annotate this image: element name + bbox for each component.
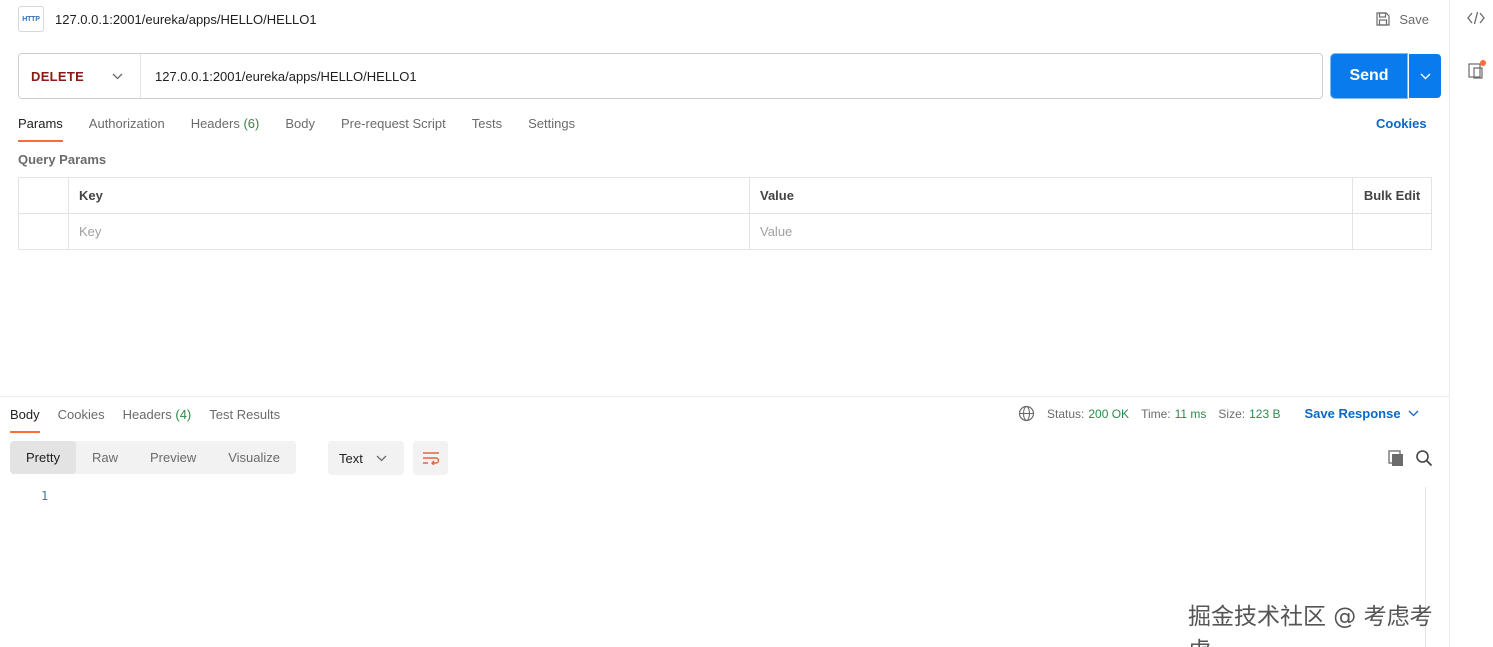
table-header-row: Key Value Bulk Edit <box>19 178 1431 214</box>
chevron-down-icon <box>112 73 123 79</box>
tab-prerequest-script[interactable]: Pre-request Script <box>341 112 446 142</box>
code-snippet-icon[interactable] <box>1467 11 1485 25</box>
wrap-lines-button[interactable] <box>413 441 448 475</box>
format-label: Text <box>339 450 363 466</box>
send-options-button[interactable] <box>1409 54 1441 98</box>
view-visualize-button[interactable]: Visualize <box>212 441 296 474</box>
chevron-down-icon <box>1408 410 1419 417</box>
url-input[interactable] <box>155 68 1322 84</box>
cookies-link[interactable]: Cookies <box>1376 116 1427 131</box>
key-input[interactable]: Key <box>69 214 750 249</box>
tab-response-headers-label: Headers <box>122 407 172 422</box>
response-status-bar: Status: 200 OK Time: 11 ms Size: 123 B S… <box>1018 405 1419 422</box>
pane-divider[interactable] <box>0 396 1449 397</box>
size-value[interactable]: 123 B <box>1249 407 1280 421</box>
status-value[interactable]: 200 OK <box>1088 407 1129 421</box>
right-sidebar <box>1449 0 1493 647</box>
search-icon[interactable] <box>1415 449 1433 467</box>
tab-body[interactable]: Body <box>285 112 315 142</box>
globe-icon[interactable] <box>1018 405 1035 422</box>
http-request-icon: HTTP <box>18 6 44 32</box>
tab-response-headers-count: (4) <box>175 407 192 422</box>
chevron-down-icon <box>1420 73 1430 79</box>
method-select[interactable]: DELETE <box>19 54 141 98</box>
line-number: 1 <box>41 489 49 503</box>
view-pretty-button[interactable]: Pretty <box>10 441 76 474</box>
status-label: Status: <box>1047 406 1085 421</box>
view-raw-button[interactable]: Raw <box>76 441 134 474</box>
tab-test-results[interactable]: Test Results <box>209 403 280 433</box>
format-select[interactable]: Text <box>328 441 404 475</box>
copy-icon[interactable] <box>1388 450 1406 467</box>
tab-settings[interactable]: Settings <box>528 112 575 142</box>
query-params-table: Key Value Bulk Edit Key Value <box>18 177 1432 250</box>
url-bar: DELETE <box>18 53 1323 99</box>
tab-headers-count: (6) <box>243 116 260 131</box>
documentation-icon <box>1468 60 1486 79</box>
size-label: Size: <box>1218 406 1246 421</box>
table-row: Key Value <box>19 214 1431 249</box>
value-column-header: Value <box>750 178 1353 213</box>
checkbox-column-header <box>19 178 69 213</box>
value-input[interactable]: Value <box>750 214 1353 249</box>
response-tabs: Body Cookies Headers (4) Test Results <box>10 403 298 433</box>
time-label: Time: <box>1141 406 1171 421</box>
request-title-row: HTTP 127.0.0.1:2001/eureka/apps/HELLO/HE… <box>18 6 1429 32</box>
row-checkbox-cell <box>19 214 69 249</box>
tab-authorization[interactable]: Authorization <box>89 112 165 142</box>
request-workspace: HTTP 127.0.0.1:2001/eureka/apps/HELLO/HE… <box>0 0 1449 647</box>
query-params-label: Query Params <box>18 152 107 167</box>
save-response-button[interactable]: Save Response <box>1304 406 1419 421</box>
view-mode-switcher: Pretty Raw Preview Visualize <box>10 441 297 474</box>
tab-headers[interactable]: Headers (6) <box>191 112 260 142</box>
request-title[interactable]: 127.0.0.1:2001/eureka/apps/HELLO/HELLO1 <box>55 12 317 27</box>
documentation-button[interactable] <box>1467 60 1487 80</box>
key-column-header: Key <box>69 178 750 213</box>
tab-headers-label: Headers <box>190 116 240 131</box>
tab-response-cookies[interactable]: Cookies <box>58 403 105 433</box>
save-icon <box>1376 12 1390 26</box>
method-label: DELETE <box>31 68 85 84</box>
tab-params[interactable]: Params <box>18 112 63 142</box>
view-preview-button[interactable]: Preview <box>134 441 212 474</box>
watermark: 掘金技术社区 @ 考虑考虑 <box>1188 604 1433 647</box>
request-tabs: Params Authorization Headers (6) Body Pr… <box>18 112 601 142</box>
save-button[interactable]: Save <box>1375 11 1429 27</box>
time-value[interactable]: 11 ms <box>1175 407 1207 421</box>
save-label: Save <box>1399 11 1429 27</box>
tab-response-headers[interactable]: Headers (4) <box>123 403 192 433</box>
bulk-edit-button[interactable]: Bulk Edit <box>1353 178 1431 213</box>
save-response-label: Save Response <box>1304 406 1401 421</box>
tab-response-body[interactable]: Body <box>10 403 40 433</box>
send-button[interactable]: Send <box>1331 54 1407 98</box>
tab-tests[interactable]: Tests <box>472 112 502 142</box>
wrap-lines-icon <box>422 452 439 465</box>
row-description-cell <box>1353 214 1431 249</box>
chevron-down-icon <box>376 455 387 461</box>
